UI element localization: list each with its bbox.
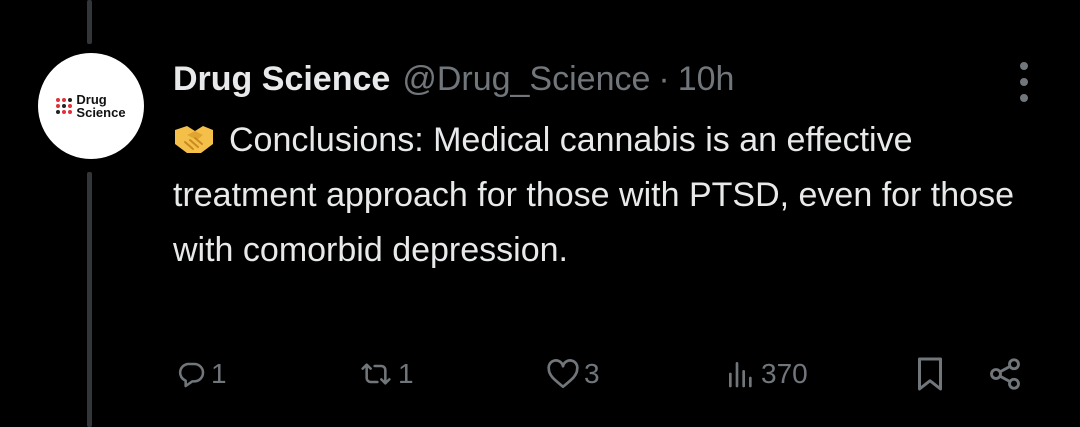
more-icon[interactable] [1012, 62, 1036, 102]
tweet-header: Drug Science @Drug_Science · 10h [173, 56, 734, 102]
drug-science-logo: Drug Science [56, 92, 126, 120]
reply-count: 1 [211, 358, 227, 389]
views-count: 370 [761, 358, 808, 389]
retweet-icon [361, 363, 391, 385]
handshake-icon [175, 126, 213, 153]
display-name[interactable]: Drug Science [173, 60, 390, 99]
separator-dot: · [658, 59, 670, 98]
like-icon [547, 359, 579, 389]
tweet-body: Conclusions: Medical cannabis is an effe… [173, 121, 1014, 269]
thread-line-bottom [87, 172, 92, 427]
share-button[interactable] [987, 350, 1023, 398]
bookmark-button[interactable] [915, 350, 945, 398]
views-button[interactable]: 370 [725, 350, 808, 398]
thread-line-top [87, 0, 92, 44]
like-count: 3 [584, 358, 600, 389]
timestamp[interactable]: 10h [678, 60, 735, 99]
user-handle[interactable]: @Drug_Science [402, 60, 650, 99]
action-bar: 1 1 3 370 [173, 350, 1033, 398]
reply-icon [178, 362, 205, 388]
logo-text: Drug Science [76, 92, 126, 120]
avatar[interactable]: Drug Science [38, 53, 144, 159]
views-icon [729, 362, 752, 388]
bookmark-icon [918, 357, 942, 391]
share-icon [990, 358, 1020, 390]
reply-button[interactable]: 1 [175, 350, 227, 398]
retweet-button[interactable]: 1 [358, 350, 414, 398]
logo-dots-icon [56, 98, 73, 114]
tweet-text: Conclusions: Medical cannabis is an effe… [173, 113, 1033, 278]
retweet-count: 1 [398, 358, 414, 389]
like-button[interactable]: 3 [546, 350, 600, 398]
